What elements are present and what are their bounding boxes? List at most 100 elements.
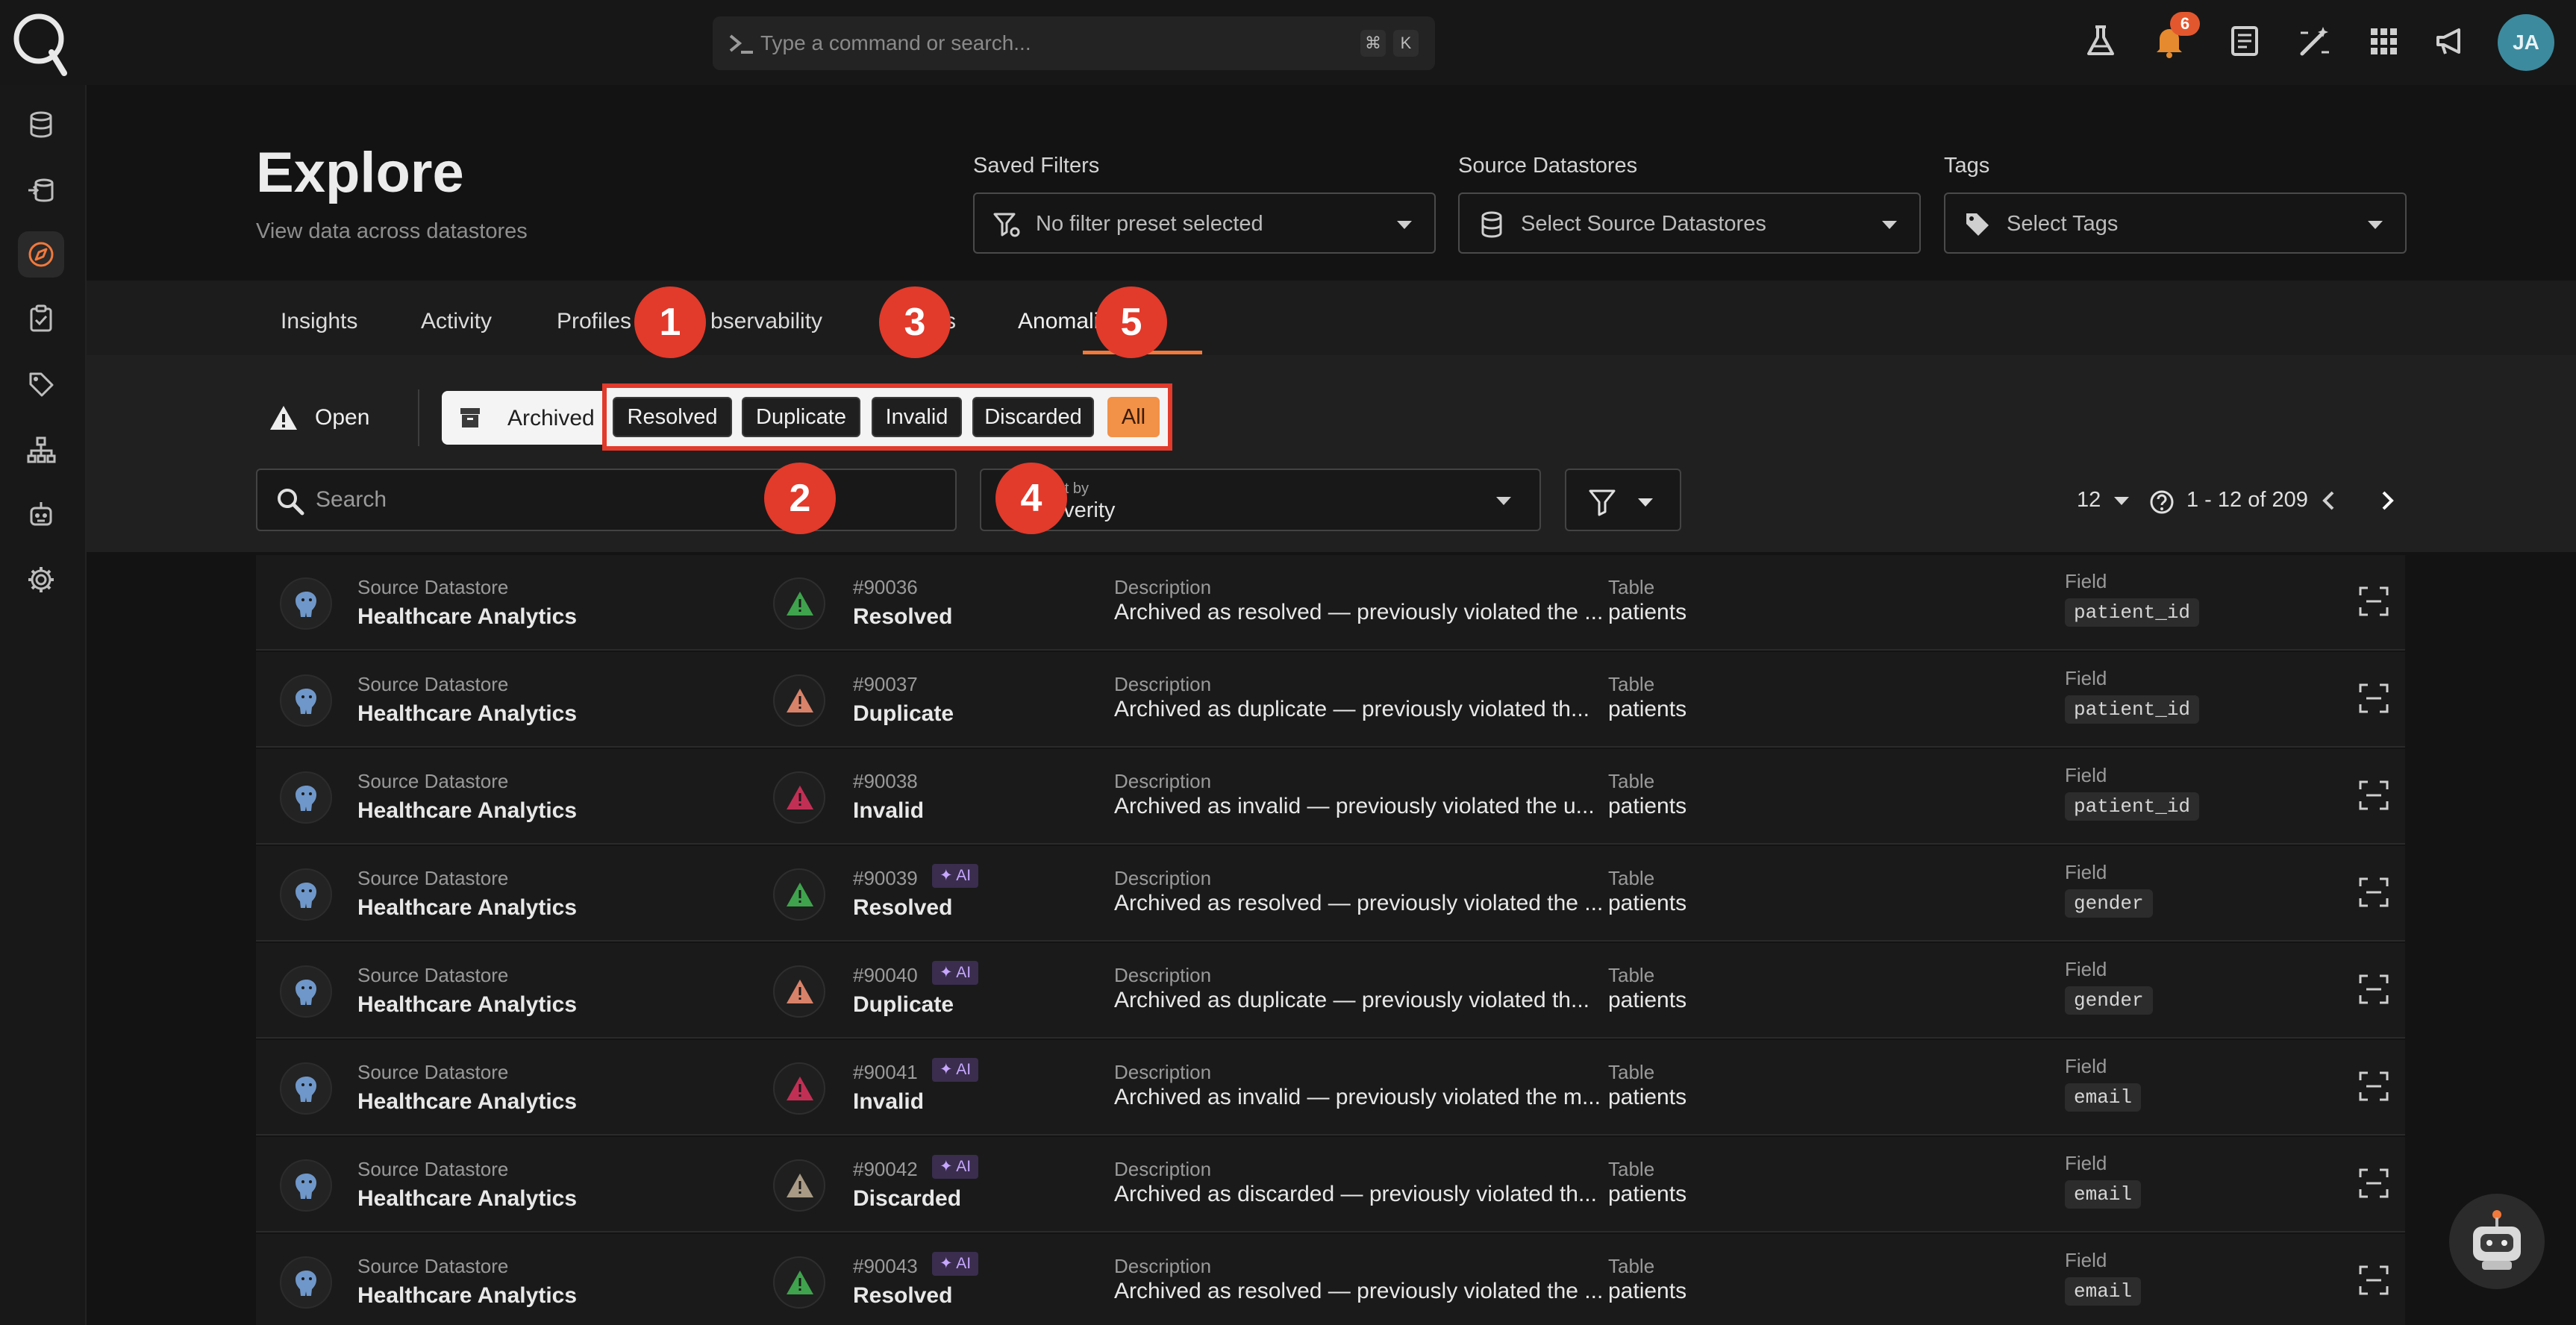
- anomaly-description: Archived as resolved — previously violat…: [1114, 1279, 1604, 1303]
- ai-badge: ✦ AI: [932, 961, 979, 985]
- grid-icon[interactable]: [2365, 22, 2402, 60]
- expand-icon[interactable]: [2357, 682, 2390, 715]
- cmd-key-hint: ⌘: [1360, 30, 1386, 57]
- assistant-bot-button[interactable]: [2449, 1194, 2545, 1289]
- description-label: Description: [1114, 1061, 1212, 1083]
- robot-icon[interactable]: [18, 491, 64, 537]
- tab-anomalies[interactable]: Anomali: [1018, 309, 1098, 334]
- chevron-down-icon: [1638, 498, 1653, 507]
- table-name: patients: [1608, 600, 1687, 624]
- anomaly-row[interactable]: Source Datastore Healthcare Analytics #900…: [256, 749, 2405, 845]
- user-avatar[interactable]: JA: [2498, 14, 2554, 71]
- anomaly-row[interactable]: Source Datastore Healthcare Analytics #900…: [256, 943, 2405, 1039]
- saved-filters-select[interactable]: No filter preset selected: [973, 192, 1436, 254]
- chip-all[interactable]: All: [1107, 397, 1160, 437]
- marker-2: 2: [764, 463, 836, 534]
- megaphone-icon[interactable]: [2432, 22, 2469, 60]
- anomaly-description: Archived as resolved — previously violat…: [1114, 600, 1604, 624]
- chip-duplicate[interactable]: Duplicate: [742, 397, 860, 437]
- chip-resolved[interactable]: Resolved: [613, 397, 732, 437]
- source-datastores-select[interactable]: Select Source Datastores: [1458, 192, 1921, 254]
- source-datastore-label: Source Datastore: [357, 770, 509, 792]
- gear-icon[interactable]: [18, 557, 64, 603]
- table-label: Table: [1608, 1061, 1655, 1083]
- page-size-value[interactable]: 12: [2077, 488, 2101, 513]
- description-label: Description: [1114, 964, 1212, 986]
- expand-icon[interactable]: [2357, 876, 2390, 909]
- hierarchy-icon[interactable]: [18, 427, 64, 473]
- search-field[interactable]: [256, 469, 957, 531]
- expand-icon[interactable]: [2357, 1264, 2390, 1297]
- chevron-left-icon[interactable]: [2315, 486, 2343, 515]
- chevron-right-icon[interactable]: [2373, 486, 2401, 515]
- anomaly-description: Archived as invalid — previously violate…: [1114, 1085, 1601, 1109]
- notification-badge: 6: [2170, 12, 2200, 36]
- anomaly-row[interactable]: Source Datastore Healthcare Analytics #900…: [256, 1137, 2405, 1232]
- tab-activity[interactable]: Activity: [421, 309, 492, 334]
- tags-select[interactable]: Select Tags: [1944, 192, 2407, 254]
- expand-icon[interactable]: [2357, 585, 2390, 618]
- compass-icon[interactable]: [18, 231, 64, 278]
- ai-badge: ✦ AI: [932, 864, 979, 888]
- page-title: Explore: [256, 141, 464, 204]
- anomaly-row[interactable]: Source Datastore Healthcare Analytics #900…: [256, 555, 2405, 651]
- expand-icon[interactable]: [2357, 973, 2390, 1006]
- datastore-name: Healthcare Analytics: [357, 1186, 578, 1211]
- chevron-down-icon[interactable]: [2114, 497, 2129, 505]
- checklist-icon[interactable]: [18, 295, 64, 342]
- anomaly-id: #90040: [853, 964, 918, 986]
- severity-warning-icon: [773, 1256, 825, 1309]
- field-name: email: [2065, 1083, 2142, 1112]
- ai-badge-label: AI: [956, 867, 972, 884]
- source-datastore-label: Source Datastore: [357, 1158, 509, 1180]
- database-icon[interactable]: [18, 101, 64, 148]
- description-label: Description: [1114, 867, 1212, 889]
- marker-4: 4: [995, 463, 1067, 534]
- source-datastore-label: Source Datastore: [357, 1255, 509, 1277]
- anomaly-id: #90037: [853, 673, 918, 695]
- ai-badge-label: AI: [956, 1158, 972, 1175]
- help-circle-icon[interactable]: [2149, 489, 2175, 515]
- tag-icon[interactable]: [18, 361, 64, 407]
- postgres-icon: [280, 1062, 332, 1115]
- tab-observability[interactable]: bservability: [710, 309, 822, 334]
- flask-icon[interactable]: [2082, 22, 2119, 60]
- anomaly-row[interactable]: Source Datastore Healthcare Analytics #900…: [256, 1040, 2405, 1136]
- anomaly-description: Archived as duplicate — previously viola…: [1114, 697, 1589, 721]
- tab-profiles[interactable]: Profiles: [557, 309, 631, 334]
- severity-warning-icon: [773, 868, 825, 921]
- filter-menu-button[interactable]: [1565, 469, 1681, 531]
- expand-icon[interactable]: [2357, 1167, 2390, 1200]
- severity-warning-icon: [773, 771, 825, 824]
- anomaly-description: Archived as duplicate — previously viola…: [1114, 988, 1589, 1012]
- source-datastore-label: Source Datastore: [357, 867, 509, 889]
- datastore-name: Healthcare Analytics: [357, 701, 578, 726]
- datastore-name: Healthcare Analytics: [357, 895, 578, 920]
- source-datastore-label: Source Datastore: [357, 964, 509, 986]
- anomaly-row[interactable]: Source Datastore Healthcare Analytics #900…: [256, 652, 2405, 748]
- archived-status-button[interactable]: Archived: [442, 391, 613, 445]
- description-label: Description: [1114, 1255, 1212, 1277]
- chip-invalid[interactable]: Invalid: [872, 397, 962, 437]
- postgres-icon: [280, 965, 332, 1018]
- table-label: Table: [1608, 770, 1655, 792]
- archive-box-icon: [460, 408, 480, 427]
- document-icon[interactable]: [2226, 22, 2263, 60]
- anomaly-description: Archived as discarded — previously viola…: [1114, 1182, 1597, 1206]
- datastore-sync-icon[interactable]: [18, 167, 64, 213]
- field-label: Field: [2065, 1249, 2107, 1271]
- anomaly-row[interactable]: Source Datastore Healthcare Analytics #900…: [256, 846, 2405, 942]
- magic-wand-icon[interactable]: [2296, 22, 2333, 60]
- expand-icon[interactable]: [2357, 779, 2390, 812]
- tab-insights[interactable]: Insights: [281, 309, 357, 334]
- command-palette[interactable]: Type a command or search... ⌘ K: [713, 16, 1435, 70]
- table-name: patients: [1608, 988, 1687, 1012]
- field-label: Field: [2065, 667, 2107, 689]
- open-status-button[interactable]: Open: [269, 397, 369, 439]
- source-datastore-label: Source Datastore: [357, 1061, 509, 1083]
- anomaly-row[interactable]: Source Datastore Healthcare Analytics #900…: [256, 1234, 2405, 1325]
- anomaly-status: Discarded: [853, 1186, 962, 1211]
- chip-discarded[interactable]: Discarded: [972, 397, 1094, 437]
- expand-icon[interactable]: [2357, 1070, 2390, 1103]
- app-logo[interactable]: [10, 7, 69, 76]
